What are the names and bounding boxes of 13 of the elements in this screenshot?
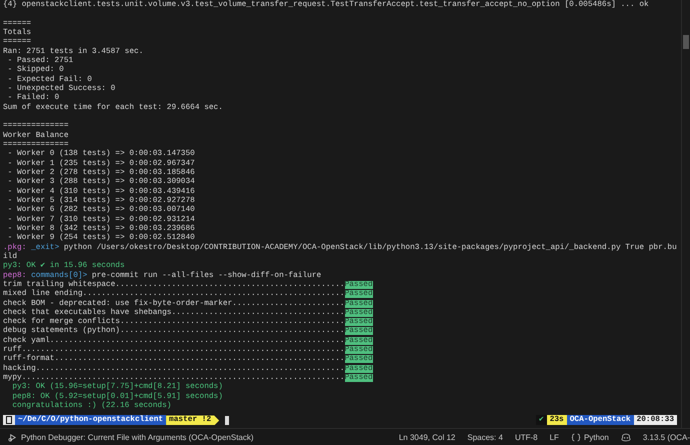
encoding-setting[interactable]: UTF-8 [514, 432, 538, 442]
missing-glyph-icon [6, 416, 12, 424]
braces-icon [570, 432, 581, 442]
language-mode[interactable]: Python [584, 432, 609, 442]
python-interpreter[interactable]: 3.13.5 (OCA- [642, 432, 690, 442]
line-ending-setting[interactable]: LF [550, 432, 559, 442]
cursor-position[interactable]: Ln 3049, Col 12 [398, 432, 456, 442]
indentation-setting[interactable]: Spaces: 4 [467, 432, 503, 442]
copilot-icon[interactable] [620, 432, 631, 442]
scrollbar-thumb[interactable] [683, 35, 689, 49]
debug-icon [8, 432, 17, 442]
text-cursor [225, 416, 230, 425]
debug-configuration[interactable]: Python Debugger: Current File with Arguments (OCA-OpenStack) [21, 432, 254, 442]
